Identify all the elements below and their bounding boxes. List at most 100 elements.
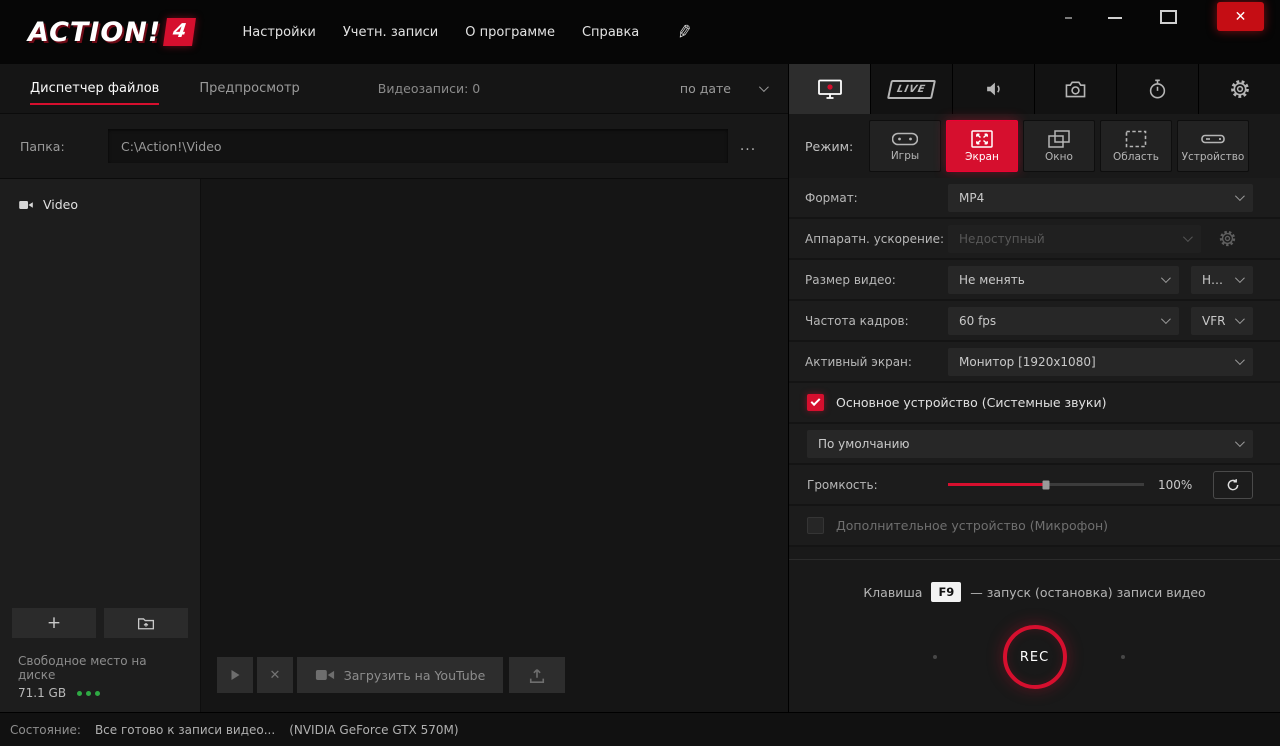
gear-icon xyxy=(1229,78,1251,100)
main-area: Диспетчер файлов Предпросмотр Видеозапис… xyxy=(0,64,1280,712)
status-bar: Состояние: Все готово к записи видео... … xyxy=(0,712,1280,746)
volume-reset-button[interactable] xyxy=(1213,471,1253,499)
chevron-down-icon xyxy=(1235,437,1245,447)
framerate-row: Частота кадров: 60 fps VFR xyxy=(789,301,1280,342)
chevron-down-icon xyxy=(1161,314,1171,324)
tab-settings[interactable] xyxy=(1198,64,1280,114)
play-icon xyxy=(229,669,241,681)
window-controls: ✕ xyxy=(1065,0,1280,64)
delete-x-icon: ✕ xyxy=(270,668,281,683)
recordings-count: Видеозаписи: 0 xyxy=(378,81,480,96)
hw-acceleration-dropdown[interactable]: Недоступный xyxy=(948,225,1201,253)
menu-item-help[interactable]: Справка xyxy=(582,25,639,40)
framerate-label: Частота кадров: xyxy=(805,314,948,328)
folder-up-icon xyxy=(137,615,155,631)
mode-area-button[interactable]: Область xyxy=(1100,120,1172,172)
mode-buttons: Игры Экран xyxy=(869,120,1249,172)
video-camera-icon xyxy=(315,668,335,682)
hw-settings-gear-icon[interactable] xyxy=(1218,229,1237,248)
plus-icon: + xyxy=(47,613,61,633)
tab-preview[interactable]: Предпросмотр xyxy=(199,81,299,96)
chevron-down-icon xyxy=(1235,191,1245,201)
pin-dash-icon[interactable] xyxy=(1065,17,1072,19)
section-divider xyxy=(789,559,1280,560)
primary-audio-checkbox[interactable] xyxy=(807,394,824,411)
framerate-dropdown[interactable]: 60 fps xyxy=(948,307,1179,335)
tab-video-recording[interactable] xyxy=(789,64,870,114)
mode-games-button[interactable]: Игры xyxy=(869,120,941,172)
pencil-icon[interactable]: ✎ xyxy=(676,20,695,43)
mode-area-label: Область xyxy=(1113,152,1159,163)
mode-screen-button[interactable]: Экран xyxy=(946,120,1018,172)
volume-slider-handle[interactable] xyxy=(1043,480,1050,489)
tree-buttons: + xyxy=(12,608,188,638)
mode-window-button[interactable]: Окно xyxy=(1023,120,1095,172)
window-capture-icon xyxy=(1047,129,1071,149)
menu-item-settings[interactable]: Настройки xyxy=(242,25,315,40)
open-folder-button[interactable] xyxy=(104,608,188,638)
folder-row: Папка: C:\Action!\Video ... xyxy=(0,114,788,179)
rec-label: REC xyxy=(1020,650,1049,665)
video-size-mode-dropdown[interactable]: Не м... xyxy=(1191,266,1253,294)
menu-item-accounts[interactable]: Учетн. записи xyxy=(343,25,438,40)
mode-games-label: Игры xyxy=(891,151,919,162)
file-manager-body: Video + xyxy=(0,179,788,712)
disk-level-indicator xyxy=(77,691,100,696)
export-button[interactable] xyxy=(509,657,565,693)
active-screen-value: Монитор [1920x1080] xyxy=(959,355,1227,369)
menu-item-about[interactable]: О программе xyxy=(465,25,555,40)
folder-path-input[interactable]: C:\Action!\Video xyxy=(108,129,728,163)
maximize-icon[interactable] xyxy=(1160,10,1177,24)
device-capture-icon xyxy=(1200,129,1226,149)
tab-file-manager[interactable]: Диспетчер файлов xyxy=(30,81,159,96)
chevron-down-icon xyxy=(1183,232,1193,242)
format-dropdown[interactable]: MP4 xyxy=(948,184,1253,212)
primary-audio-label: Основное устройство (Системные звуки) xyxy=(836,395,1106,410)
tab-screenshots[interactable] xyxy=(1034,64,1116,114)
screen-capture-icon xyxy=(970,129,994,149)
secondary-audio-checkbox[interactable] xyxy=(807,517,824,534)
chevron-down-icon xyxy=(1235,273,1245,283)
hw-acceleration-label: Аппаратн. ускорение: xyxy=(805,232,948,246)
free-space: Свободное место на диске 71.1 GB xyxy=(12,638,188,712)
volume-slider[interactable] xyxy=(948,483,1144,486)
delete-button[interactable]: ✕ xyxy=(257,657,293,693)
volume-label: Громкость: xyxy=(807,478,948,492)
sort-by-dropdown[interactable]: по дате xyxy=(680,81,766,96)
camera-icon xyxy=(1064,79,1087,99)
tab-audio-recording[interactable] xyxy=(952,64,1034,114)
audio-device-dropdown[interactable]: По умолчанию xyxy=(807,430,1253,458)
area-capture-icon xyxy=(1124,129,1148,149)
video-size-dropdown[interactable]: Не менять xyxy=(948,266,1179,294)
free-space-value: 71.1 GB xyxy=(18,686,66,700)
framerate-mode-dropdown[interactable]: VFR xyxy=(1191,307,1253,335)
monitor-record-icon xyxy=(816,77,844,101)
format-label: Формат: xyxy=(805,191,948,205)
folder-path-value: C:\Action!\Video xyxy=(121,139,222,154)
app-logo: ACTION! 4 xyxy=(28,17,194,48)
minimize-icon[interactable] xyxy=(1108,17,1122,19)
timer-icon xyxy=(1147,78,1168,100)
active-screen-label: Активный экран: xyxy=(805,355,948,369)
tree-item-video[interactable]: Video xyxy=(0,179,200,212)
app-window: ACTION! 4 Настройки Учетн. записи О прог… xyxy=(0,0,1280,746)
format-row: Формат: MP4 xyxy=(789,178,1280,219)
mode-device-button[interactable]: Устройство xyxy=(1177,120,1249,172)
file-list-area: ✕ Загрузить на YouTube xyxy=(200,179,788,712)
browse-button[interactable]: ... xyxy=(728,138,768,154)
file-manager-tabs: Диспетчер файлов Предпросмотр Видеозапис… xyxy=(0,64,788,114)
live-badge: LIVE xyxy=(887,80,936,99)
play-button[interactable] xyxy=(217,657,253,693)
add-folder-button[interactable]: + xyxy=(12,608,96,638)
framerate-value: 60 fps xyxy=(959,314,1153,328)
active-screen-dropdown[interactable]: Монитор [1920x1080] xyxy=(948,348,1253,376)
close-button[interactable]: ✕ xyxy=(1217,2,1264,31)
upload-to-youtube-button[interactable]: Загрузить на YouTube xyxy=(297,657,503,693)
rec-button[interactable]: REC xyxy=(1003,625,1067,689)
tab-benchmark[interactable] xyxy=(1116,64,1198,114)
primary-audio-row: Основное устройство (Системные звуки) xyxy=(789,383,1280,424)
audio-device-row: По умолчанию xyxy=(789,424,1280,465)
video-size-label: Размер видео: xyxy=(805,273,948,287)
mode-screen-label: Экран xyxy=(965,152,999,163)
tab-live-streaming[interactable]: LIVE xyxy=(870,64,952,114)
